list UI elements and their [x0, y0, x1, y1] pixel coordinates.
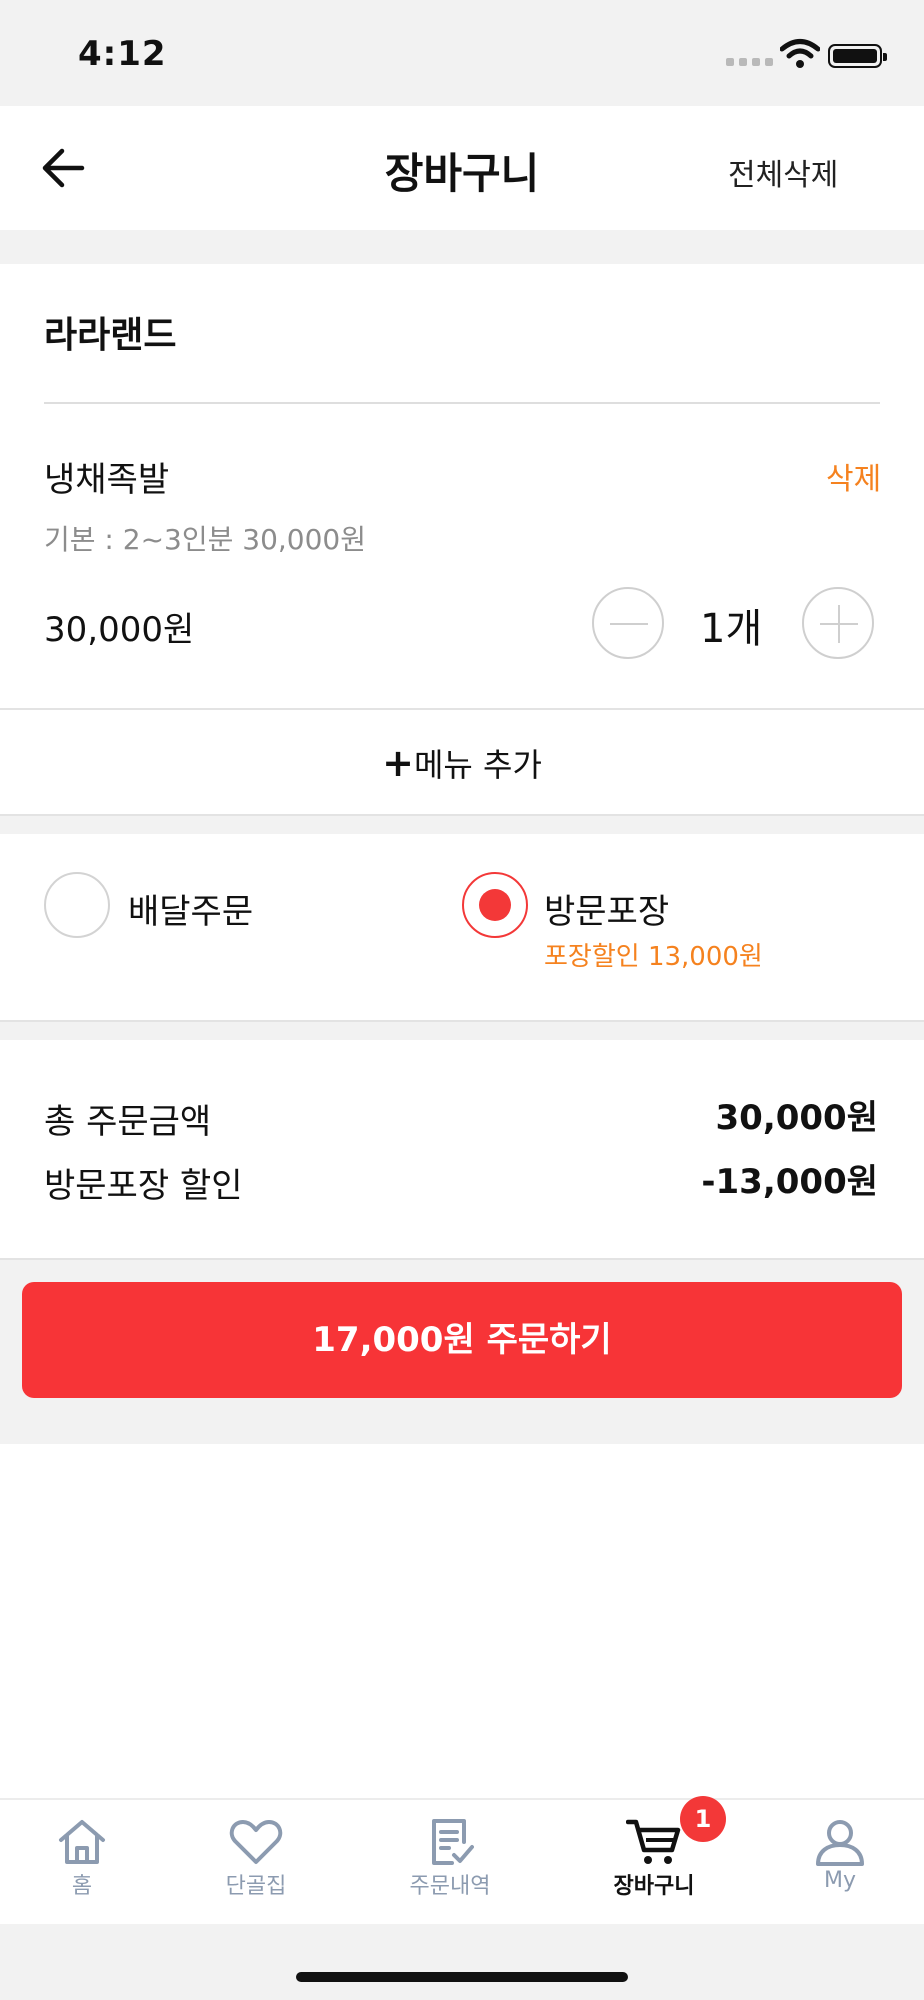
- quantity-value: 1개: [700, 606, 763, 652]
- cart-item-price: 30,000원: [44, 610, 195, 650]
- tab-home-label: 홈: [71, 1874, 93, 1899]
- home-icon: [59, 1820, 105, 1864]
- quantity-decrease-button[interactable]: [592, 587, 664, 659]
- quantity-increase-button[interactable]: [802, 587, 874, 659]
- delete-all-button[interactable]: 전체삭제: [728, 150, 838, 194]
- delivery-order-label[interactable]: 배달주문: [128, 884, 253, 933]
- store-name: 라라랜드: [44, 315, 177, 356]
- empty-content-area: [0, 1444, 924, 1800]
- divider: [0, 814, 924, 816]
- add-menu-label: 메뉴 추가: [413, 746, 542, 784]
- tab-favorites[interactable]: 단골집: [176, 1818, 336, 1900]
- cellular-signal-icon: [726, 58, 773, 66]
- delete-item-button[interactable]: 삭제: [826, 454, 881, 498]
- place-order-button[interactable]: 17,000원 주문하기: [22, 1282, 902, 1398]
- total-amount-label: 총 주문금액: [44, 1102, 212, 1142]
- divider: [44, 402, 880, 404]
- order-list-icon: [432, 1819, 474, 1865]
- cart-icon: [626, 1819, 681, 1864]
- home-indicator-area: [0, 1924, 924, 2000]
- wifi-icon: [780, 39, 820, 68]
- pickup-discount-note: 포장할인 13,000원: [544, 942, 763, 972]
- pickup-order-radio[interactable]: [462, 872, 528, 938]
- tab-favorites-label: 단골집: [225, 1874, 287, 1899]
- divider: [0, 1258, 924, 1260]
- status-time: 4:12: [78, 34, 167, 74]
- cart-item-option: 기본 : 2~3인분 30,000원: [44, 523, 366, 556]
- tab-order-history-label: 주문내역: [409, 1874, 491, 1899]
- divider: [0, 1020, 924, 1022]
- tab-cart-label: 장바구니: [613, 1874, 695, 1899]
- tab-my-label: My: [823, 1868, 856, 1893]
- battery-icon: [828, 44, 887, 68]
- heart-icon: [229, 1820, 283, 1864]
- total-amount-value: 30,000원: [715, 1098, 878, 1138]
- delivery-order-radio[interactable]: [44, 872, 110, 938]
- discount-value: -13,000원: [701, 1162, 878, 1202]
- cart-count-badge: 1: [680, 1796, 726, 1842]
- divider: [0, 708, 924, 710]
- tab-my[interactable]: My: [760, 1818, 920, 1893]
- pickup-order-label[interactable]: 방문포장: [544, 884, 669, 933]
- plus-icon: +: [382, 741, 414, 785]
- order-summary: [0, 1040, 924, 1258]
- cart-item-name: 냉채족발: [44, 460, 170, 500]
- tab-home[interactable]: 홈: [2, 1818, 162, 1900]
- add-menu-button[interactable]: +메뉴 추가: [0, 740, 924, 786]
- user-icon: [816, 1820, 864, 1866]
- tab-order-history[interactable]: 주문내역: [370, 1818, 530, 1900]
- home-indicator[interactable]: [296, 1972, 628, 1982]
- discount-label: 방문포장 할인: [44, 1166, 243, 1206]
